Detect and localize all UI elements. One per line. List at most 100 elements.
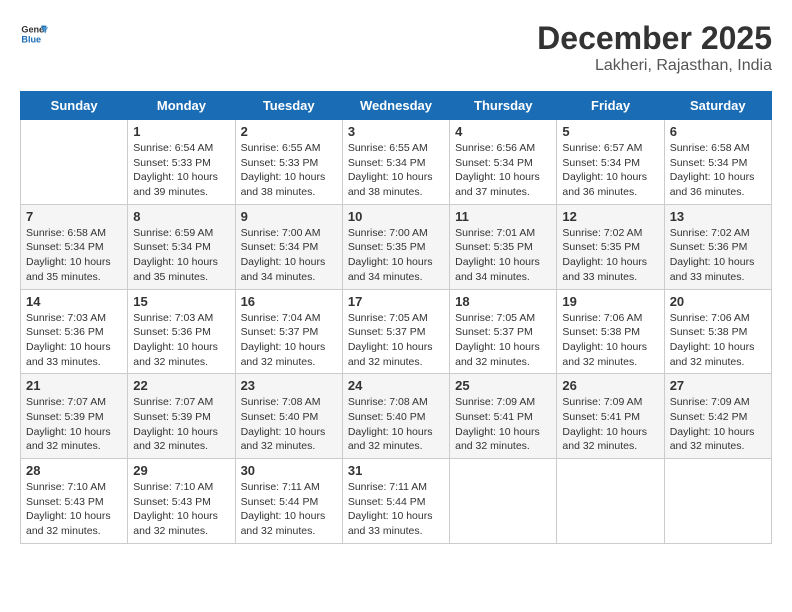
day-info: Sunrise: 7:10 AM Sunset: 5:43 PM Dayligh… bbox=[26, 480, 122, 539]
calendar-week-3: 14 Sunrise: 7:03 AM Sunset: 5:36 PM Dayli… bbox=[21, 289, 772, 374]
calendar-cell: 3Sunrise: 6:55 AM Sunset: 5:34 PM Daylig… bbox=[342, 120, 449, 205]
day-info: Sunrise: 7:05 AM Sunset: 5:37 PM Dayligh… bbox=[348, 311, 444, 370]
day-info: Sunrise: 7:05 AM Sunset: 5:37 PM Dayligh… bbox=[455, 311, 551, 370]
calendar-cell bbox=[664, 459, 771, 544]
day-number: 25 bbox=[455, 378, 551, 393]
calendar-cell: 4 Sunrise: 6:56 AM Sunset: 5:34 PM Daylig… bbox=[450, 120, 557, 205]
calendar-cell: 19Sunrise: 7:06 AM Sunset: 5:38 PM Dayli… bbox=[557, 289, 664, 374]
calendar-cell: 9 Sunrise: 7:00 AM Sunset: 5:34 PM Daylig… bbox=[235, 204, 342, 289]
day-info: Sunrise: 6:54 AM Sunset: 5:33 PM Dayligh… bbox=[133, 141, 229, 200]
day-number: 10 bbox=[348, 209, 444, 224]
location-subtitle: Lakheri, Rajasthan, India bbox=[537, 57, 772, 75]
day-info: Sunrise: 7:08 AM Sunset: 5:40 PM Dayligh… bbox=[241, 395, 337, 454]
calendar-cell: 17 Sunrise: 7:05 AM Sunset: 5:37 PM Dayli… bbox=[342, 289, 449, 374]
day-number: 16 bbox=[241, 294, 337, 309]
title-block: December 2025 Lakheri, Rajasthan, India bbox=[537, 20, 772, 75]
calendar-cell: 30 Sunrise: 7:11 AM Sunset: 5:44 PM Dayli… bbox=[235, 459, 342, 544]
calendar-cell: 5Sunrise: 6:57 AM Sunset: 5:34 PM Daylig… bbox=[557, 120, 664, 205]
calendar-cell: 15 Sunrise: 7:03 AM Sunset: 5:36 PM Dayli… bbox=[128, 289, 235, 374]
day-number: 5 bbox=[562, 124, 658, 139]
calendar-cell: 26Sunrise: 7:09 AM Sunset: 5:41 PM Dayli… bbox=[557, 374, 664, 459]
calendar-cell: 8 Sunrise: 6:59 AM Sunset: 5:34 PM Daylig… bbox=[128, 204, 235, 289]
calendar-week-1: 1 Sunrise: 6:54 AM Sunset: 5:33 PM Daylig… bbox=[21, 120, 772, 205]
day-info: Sunrise: 7:09 AM Sunset: 5:41 PM Dayligh… bbox=[455, 395, 551, 454]
page-header: General Blue December 2025 Lakheri, Raja… bbox=[20, 20, 772, 75]
calendar-cell: 2 Sunrise: 6:55 AM Sunset: 5:33 PM Daylig… bbox=[235, 120, 342, 205]
day-info: Sunrise: 7:09 AM Sunset: 5:41 PM Dayligh… bbox=[562, 395, 658, 454]
day-number: 4 bbox=[455, 124, 551, 139]
day-number: 13 bbox=[670, 209, 766, 224]
day-number: 1 bbox=[133, 124, 229, 139]
calendar-cell: 11 Sunrise: 7:01 AM Sunset: 5:35 PM Dayli… bbox=[450, 204, 557, 289]
day-number: 11 bbox=[455, 209, 551, 224]
calendar-cell: 23 Sunrise: 7:08 AM Sunset: 5:40 PM Dayli… bbox=[235, 374, 342, 459]
day-number: 15 bbox=[133, 294, 229, 309]
day-info: Sunrise: 7:01 AM Sunset: 5:35 PM Dayligh… bbox=[455, 226, 551, 285]
logo-icon: General Blue bbox=[20, 20, 48, 48]
day-info: Sunrise: 7:06 AM Sunset: 5:38 PM Dayligh… bbox=[670, 311, 766, 370]
day-info: Sunrise: 7:08 AM Sunset: 5:40 PM Dayligh… bbox=[348, 395, 444, 454]
day-number: 30 bbox=[241, 463, 337, 478]
calendar-week-2: 7 Sunrise: 6:58 AM Sunset: 5:34 PM Daylig… bbox=[21, 204, 772, 289]
calendar-cell: 12 Sunrise: 7:02 AM Sunset: 5:35 PM Dayli… bbox=[557, 204, 664, 289]
day-number: 12 bbox=[562, 209, 658, 224]
day-number: 18 bbox=[455, 294, 551, 309]
day-number: 28 bbox=[26, 463, 122, 478]
day-number: 24 bbox=[348, 378, 444, 393]
day-info: Sunrise: 7:02 AM Sunset: 5:36 PM Dayligh… bbox=[670, 226, 766, 285]
day-number: 2 bbox=[241, 124, 337, 139]
col-header-tuesday: Tuesday bbox=[235, 92, 342, 120]
logo: General Blue bbox=[20, 20, 48, 48]
calendar-cell: 7 Sunrise: 6:58 AM Sunset: 5:34 PM Daylig… bbox=[21, 204, 128, 289]
day-number: 7 bbox=[26, 209, 122, 224]
day-info: Sunrise: 6:58 AM Sunset: 5:34 PM Dayligh… bbox=[670, 141, 766, 200]
day-info: Sunrise: 7:04 AM Sunset: 5:37 PM Dayligh… bbox=[241, 311, 337, 370]
svg-text:Blue: Blue bbox=[21, 34, 41, 44]
calendar-cell: 10 Sunrise: 7:00 AM Sunset: 5:35 PM Dayli… bbox=[342, 204, 449, 289]
col-header-sunday: Sunday bbox=[21, 92, 128, 120]
day-number: 9 bbox=[241, 209, 337, 224]
day-info: Sunrise: 7:02 AM Sunset: 5:35 PM Dayligh… bbox=[562, 226, 658, 285]
calendar-cell: 28 Sunrise: 7:10 AM Sunset: 5:43 PM Dayli… bbox=[21, 459, 128, 544]
col-header-thursday: Thursday bbox=[450, 92, 557, 120]
day-number: 17 bbox=[348, 294, 444, 309]
calendar-cell bbox=[21, 120, 128, 205]
day-info: Sunrise: 7:10 AM Sunset: 5:43 PM Dayligh… bbox=[133, 480, 229, 539]
month-title: December 2025 bbox=[537, 20, 772, 57]
day-info: Sunrise: 7:00 AM Sunset: 5:34 PM Dayligh… bbox=[241, 226, 337, 285]
day-info: Sunrise: 6:55 AM Sunset: 5:33 PM Dayligh… bbox=[241, 141, 337, 200]
day-info: Sunrise: 7:06 AM Sunset: 5:38 PM Dayligh… bbox=[562, 311, 658, 370]
day-info: Sunrise: 7:03 AM Sunset: 5:36 PM Dayligh… bbox=[133, 311, 229, 370]
day-info: Sunrise: 6:56 AM Sunset: 5:34 PM Dayligh… bbox=[455, 141, 551, 200]
day-info: Sunrise: 6:58 AM Sunset: 5:34 PM Dayligh… bbox=[26, 226, 122, 285]
calendar-cell: 18 Sunrise: 7:05 AM Sunset: 5:37 PM Dayli… bbox=[450, 289, 557, 374]
calendar-cell: 24 Sunrise: 7:08 AM Sunset: 5:40 PM Dayli… bbox=[342, 374, 449, 459]
calendar-cell: 22 Sunrise: 7:07 AM Sunset: 5:39 PM Dayli… bbox=[128, 374, 235, 459]
day-number: 8 bbox=[133, 209, 229, 224]
col-header-monday: Monday bbox=[128, 92, 235, 120]
day-number: 31 bbox=[348, 463, 444, 478]
col-header-friday: Friday bbox=[557, 92, 664, 120]
day-info: Sunrise: 7:07 AM Sunset: 5:39 PM Dayligh… bbox=[133, 395, 229, 454]
calendar-cell: 27Sunrise: 7:09 AM Sunset: 5:42 PM Dayli… bbox=[664, 374, 771, 459]
day-info: Sunrise: 7:07 AM Sunset: 5:39 PM Dayligh… bbox=[26, 395, 122, 454]
day-number: 14 bbox=[26, 294, 122, 309]
day-info: Sunrise: 7:09 AM Sunset: 5:42 PM Dayligh… bbox=[670, 395, 766, 454]
day-info: Sunrise: 6:59 AM Sunset: 5:34 PM Dayligh… bbox=[133, 226, 229, 285]
calendar-cell: 16 Sunrise: 7:04 AM Sunset: 5:37 PM Dayli… bbox=[235, 289, 342, 374]
day-number: 22 bbox=[133, 378, 229, 393]
calendar-cell: 13 Sunrise: 7:02 AM Sunset: 5:36 PM Dayli… bbox=[664, 204, 771, 289]
day-info: Sunrise: 7:11 AM Sunset: 5:44 PM Dayligh… bbox=[241, 480, 337, 539]
col-header-wednesday: Wednesday bbox=[342, 92, 449, 120]
calendar-cell: 31 Sunrise: 7:11 AM Sunset: 5:44 PM Dayli… bbox=[342, 459, 449, 544]
day-number: 23 bbox=[241, 378, 337, 393]
day-info: Sunrise: 7:11 AM Sunset: 5:44 PM Dayligh… bbox=[348, 480, 444, 539]
day-number: 21 bbox=[26, 378, 122, 393]
calendar-table: SundayMondayTuesdayWednesdayThursdayFrid… bbox=[20, 91, 772, 544]
calendar-cell bbox=[557, 459, 664, 544]
calendar-cell: 25 Sunrise: 7:09 AM Sunset: 5:41 PM Dayli… bbox=[450, 374, 557, 459]
calendar-cell: 21 Sunrise: 7:07 AM Sunset: 5:39 PM Dayli… bbox=[21, 374, 128, 459]
calendar-week-5: 28 Sunrise: 7:10 AM Sunset: 5:43 PM Dayli… bbox=[21, 459, 772, 544]
day-info: Sunrise: 7:00 AM Sunset: 5:35 PM Dayligh… bbox=[348, 226, 444, 285]
calendar-cell bbox=[450, 459, 557, 544]
